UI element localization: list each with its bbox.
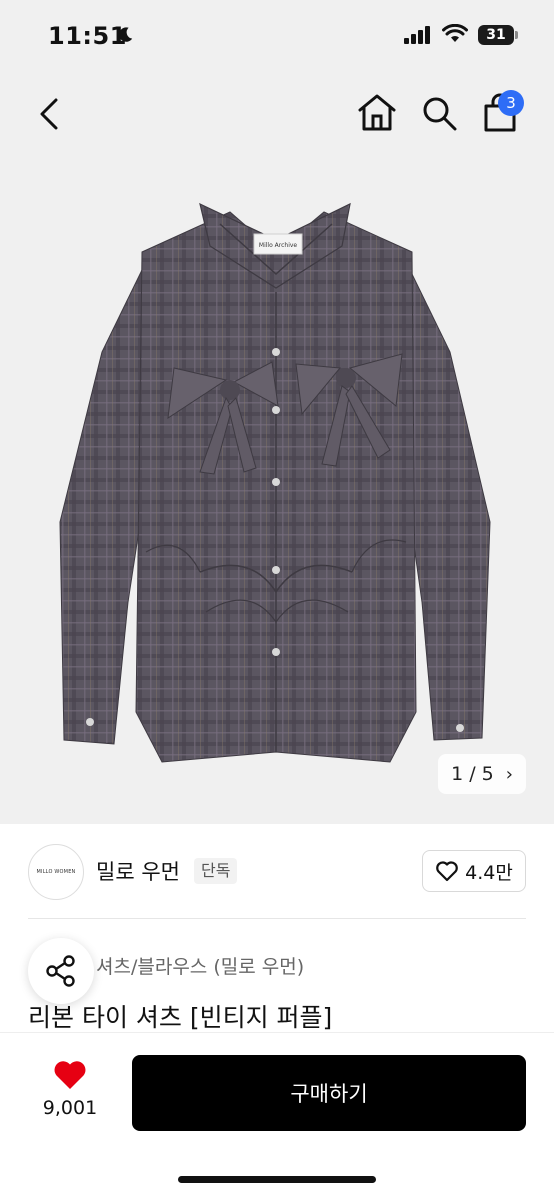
page-separator: / <box>469 763 476 785</box>
share-button[interactable] <box>28 938 94 1004</box>
brand-like-button[interactable]: 4.4만 <box>422 850 526 892</box>
heart-outline-icon <box>436 861 458 882</box>
exclusive-badge: 단독 <box>194 858 238 884</box>
garment-label: Millo Archive <box>259 242 298 249</box>
product-title: 리본 타이 셔츠 [빈티지 퍼플] <box>28 1003 333 1032</box>
home-icon[interactable] <box>356 92 398 132</box>
cart-count-badge: 3 <box>498 90 524 116</box>
product-category[interactable]: 셔츠/블라우스 (밀로 우먼) <box>96 952 304 979</box>
signal-icon <box>404 26 430 44</box>
brand-row: MILLO WOMEN 밀로 우먼 단독 4.4만 <box>0 824 554 920</box>
buy-button[interactable]: 구매하기 <box>132 1055 526 1131</box>
wish-count: 9,001 <box>42 1097 98 1119</box>
product-gallery[interactable]: 3 Millo Archive 1 / 5 › <box>0 72 554 824</box>
bottom-action-bar: 9,001 구매하기 <box>0 1032 554 1200</box>
chevron-right-icon: › <box>505 763 513 785</box>
share-icon <box>46 955 75 987</box>
wifi-icon <box>442 24 468 42</box>
home-indicator <box>178 1176 376 1183</box>
brand-like-count: 4.4만 <box>465 861 513 884</box>
search-icon[interactable] <box>420 94 458 132</box>
battery-indicator: 31 <box>478 25 518 45</box>
brand-logo[interactable]: MILLO WOMEN <box>28 844 84 900</box>
product-image[interactable]: Millo Archive <box>50 192 504 772</box>
current-image-number: 1 <box>451 763 464 785</box>
wish-button[interactable]: 9,001 <box>30 1059 110 1119</box>
total-image-count: 5 <box>481 763 494 785</box>
image-page-indicator[interactable]: 1 / 5 › <box>438 754 526 794</box>
heart-filled-icon <box>54 1061 86 1089</box>
divider <box>28 918 526 919</box>
brand-name[interactable]: 밀로 우먼 <box>96 856 180 886</box>
back-button[interactable] <box>36 96 64 132</box>
status-bar: 11:51 31 <box>0 0 554 72</box>
moon-icon <box>119 27 133 42</box>
